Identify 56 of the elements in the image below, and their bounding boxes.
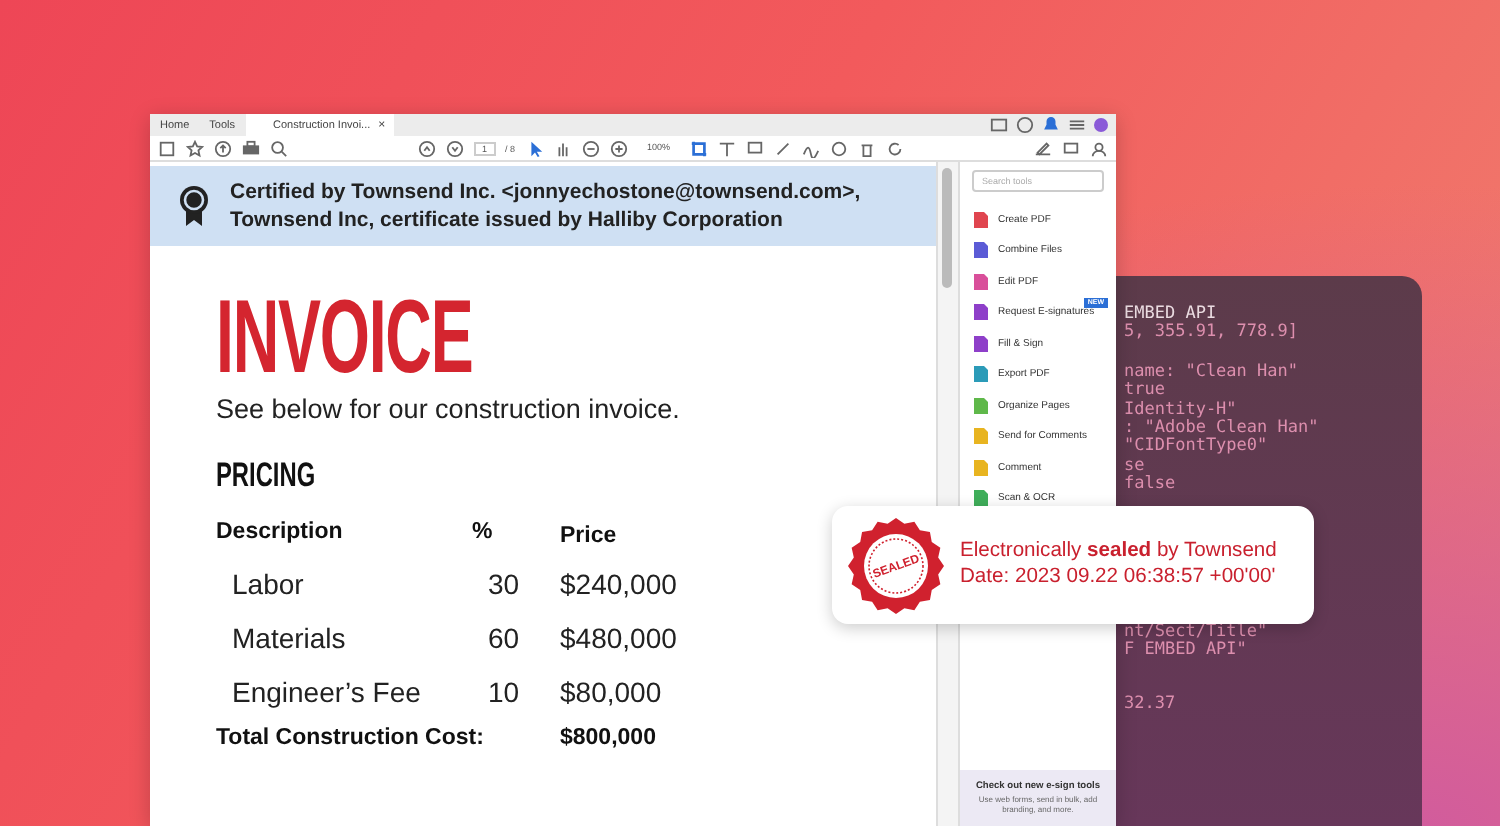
code-line: : "Adobe Clean Han" bbox=[1124, 420, 1319, 439]
trash-icon[interactable] bbox=[858, 139, 877, 157]
section-heading: PRICING bbox=[216, 456, 316, 496]
avatar[interactable] bbox=[1094, 118, 1108, 132]
sign-icon[interactable] bbox=[1034, 139, 1053, 157]
column-header: % bbox=[472, 518, 495, 548]
total-value: $800,000 bbox=[560, 724, 658, 754]
seal-text: Electronically sealed by Townsend bbox=[960, 540, 1277, 564]
code-line: name: "Clean Han" bbox=[1124, 363, 1298, 382]
chat-icon[interactable] bbox=[1062, 139, 1081, 157]
total-label: Total Construction Cost: bbox=[216, 724, 486, 754]
refresh-icon[interactable] bbox=[886, 139, 905, 157]
table-cell-text: Engineer’s Fee bbox=[230, 673, 423, 712]
code-line: Identity-H" bbox=[1124, 401, 1237, 420]
account-icon[interactable] bbox=[1090, 139, 1109, 157]
zoom-icon[interactable] bbox=[270, 139, 288, 157]
table-cell-text: $240,000 bbox=[560, 565, 677, 603]
code-line: 5, 355.91, 778.9] bbox=[1124, 324, 1298, 344]
column-header: Price bbox=[560, 522, 619, 552]
zoom-in-icon[interactable] bbox=[609, 139, 628, 157]
seal-date: Date: 2023 09.22 06:38:57 +00'00' bbox=[960, 566, 1277, 590]
star-icon[interactable] bbox=[186, 139, 204, 157]
table-cell-text: 10 bbox=[486, 673, 522, 711]
bell-icon[interactable] bbox=[1042, 116, 1060, 134]
table-cell-text: Labor bbox=[230, 565, 306, 603]
print-icon[interactable] bbox=[242, 139, 260, 157]
certificate-text: Certified by Townsend Inc. <jonnyechostone@townsend.com>, Townsend Inc, certificate issued by Halliby Corporation bbox=[230, 178, 861, 234]
table-cell-text: 60 bbox=[486, 619, 522, 657]
pointer-icon[interactable] bbox=[525, 139, 544, 157]
code-line: true bbox=[1124, 382, 1165, 401]
zoom-out-icon[interactable] bbox=[581, 139, 600, 157]
pen-icon[interactable] bbox=[774, 139, 793, 157]
code-line: EMBED API bbox=[1124, 306, 1217, 324]
table-cell-text: $80,000 bbox=[560, 673, 664, 711]
table-cell-text: 30 bbox=[486, 565, 522, 603]
column-header: Description bbox=[216, 518, 345, 548]
page-up-icon[interactable] bbox=[417, 139, 436, 157]
code-line: F EMBED API" bbox=[1124, 642, 1247, 661]
code-line: false bbox=[1124, 476, 1176, 496]
menu-icon[interactable] bbox=[1068, 116, 1086, 134]
help-icon[interactable] bbox=[1016, 116, 1034, 134]
page-down-icon[interactable] bbox=[445, 139, 464, 157]
invoice-title: INVOICE bbox=[216, 290, 473, 386]
comment-icon[interactable] bbox=[746, 139, 765, 157]
table-cell-text: $480,000 bbox=[560, 619, 677, 657]
save-icon[interactable] bbox=[158, 139, 176, 157]
invoice-subtitle: See below for our construction invoice. bbox=[216, 394, 680, 424]
upload-icon[interactable] bbox=[214, 139, 232, 157]
code-line: "CIDFontType0" bbox=[1124, 438, 1268, 458]
crop-icon[interactable] bbox=[690, 139, 709, 157]
table-cell-text: Materials bbox=[230, 619, 348, 657]
code-line: nt/Sect/Title" bbox=[1124, 623, 1268, 642]
monitor-icon[interactable] bbox=[990, 116, 1008, 134]
ribbon-icon bbox=[178, 184, 210, 228]
code-line: 32.37 bbox=[1124, 696, 1176, 716]
code-line: se bbox=[1124, 457, 1145, 476]
